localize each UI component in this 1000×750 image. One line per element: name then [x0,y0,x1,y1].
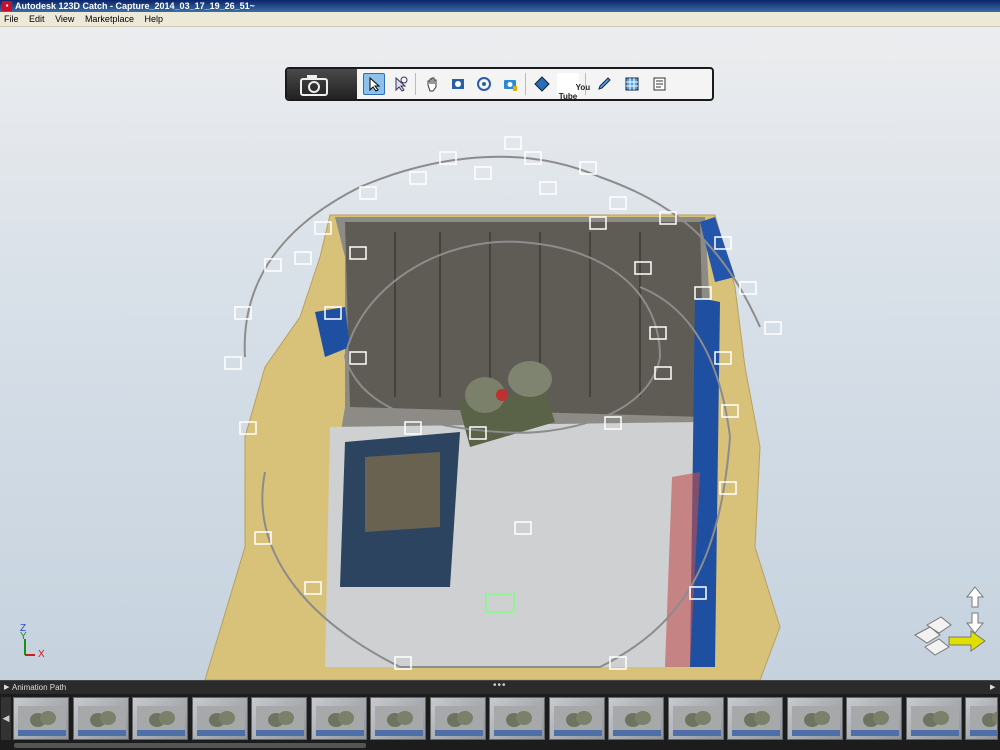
panel-resize-grip[interactable]: ••• [493,679,507,692]
nav-right-arrow-icon[interactable] [948,630,986,652]
thumbnail-item[interactable] [548,697,605,740]
nav-left-arrows-icon[interactable] [914,616,952,656]
thumbnail-scrollbar[interactable] [14,743,366,748]
thumbnail-item[interactable] [786,697,843,740]
scene-render: Y X Z [20,136,782,680]
svg-text:Z: Z [20,623,26,634]
thumbnail-item[interactable] [905,697,962,740]
notes-button[interactable] [649,73,671,95]
collapse-triangle-icon[interactable]: ▶ [4,681,9,694]
menu-edit[interactable]: Edit [25,12,49,26]
menu-view[interactable]: View [51,12,78,26]
orbit-icon [477,77,491,91]
scroll-right-icon[interactable]: ▶ [990,681,995,694]
export-grid-icon [625,77,639,91]
axis-gizmo: Y X Z [20,623,45,660]
orbit-button[interactable] [473,73,495,95]
main-toolbar: You Tube [285,67,714,101]
toolbar-separator [585,73,586,95]
nav-down-arrow-icon[interactable] [965,612,985,634]
zoom-button[interactable] [447,73,469,95]
youtube-icon: You Tube [558,74,590,101]
title-bar: ▪ Autodesk 123D Catch - Capture_2014_03_… [0,0,1000,12]
menu-marketplace[interactable]: Marketplace [81,12,138,26]
nav-up-arrow-icon[interactable] [965,586,985,608]
camera-capture-icon [300,75,328,96]
svg-text:X: X [38,649,45,660]
toolbar-separator [525,73,526,95]
toolbar-separator [415,73,416,95]
texture-icon [534,76,550,92]
thumbnail-item[interactable] [132,697,188,740]
select-lasso-button[interactable] [389,73,411,95]
camera-capture-button[interactable] [287,69,357,99]
select-arrow-button[interactable] [363,73,385,95]
thumbnail-item[interactable] [727,697,783,740]
thumbnail-item[interactable] [251,697,307,740]
pan-hand-icon [427,77,437,92]
thumbnail-item[interactable] [608,697,664,740]
select-arrow-icon [369,76,381,92]
thumbnail-item[interactable] [310,697,367,740]
pen-icon [598,77,611,90]
view-navigation-widget[interactable] [905,585,995,660]
export-button[interactable] [621,73,643,95]
zoom-icon [452,79,464,89]
pen-button[interactable] [593,73,615,95]
animation-path-panel: ▶ Animation Path ••• ▶ ◀ [0,680,1000,750]
thumbnail-item[interactable] [191,697,248,740]
thumbnail-item[interactable] [965,697,998,740]
notes-icon [653,77,666,91]
thumbnail-item[interactable] [489,697,545,740]
menu-help[interactable]: Help [140,12,167,26]
viewport-3d[interactable]: Y X Z You Tube [0,27,1000,680]
thumbnail-item[interactable] [72,697,129,740]
thumb-scroll-left-button[interactable]: ◀ [1,697,11,740]
texture-button[interactable] [531,73,553,95]
youtube-button[interactable]: You Tube [557,73,590,101]
thumbnail-item[interactable] [13,697,69,740]
camera-lock-button[interactable] [499,73,521,95]
thumbnail-item[interactable] [370,697,426,740]
window-title: Autodesk 123D Catch - Capture_2014_03_17… [15,1,255,11]
animation-path-label: Animation Path [12,683,67,692]
thumbnail-item[interactable] [667,697,724,740]
select-lasso-icon [395,76,408,92]
pan-button[interactable] [421,73,443,95]
menu-bar: File Edit View Marketplace Help [0,12,1000,27]
menu-file[interactable]: File [0,12,23,26]
thumbnail-item[interactable] [846,697,902,740]
app-logo-icon: ▪ [2,1,12,11]
ad-photo [365,452,440,532]
thumbnail-item[interactable] [429,697,486,740]
camera-lock-icon [504,80,517,91]
animation-path-header[interactable]: ▶ Animation Path ••• ▶ [0,679,1000,694]
